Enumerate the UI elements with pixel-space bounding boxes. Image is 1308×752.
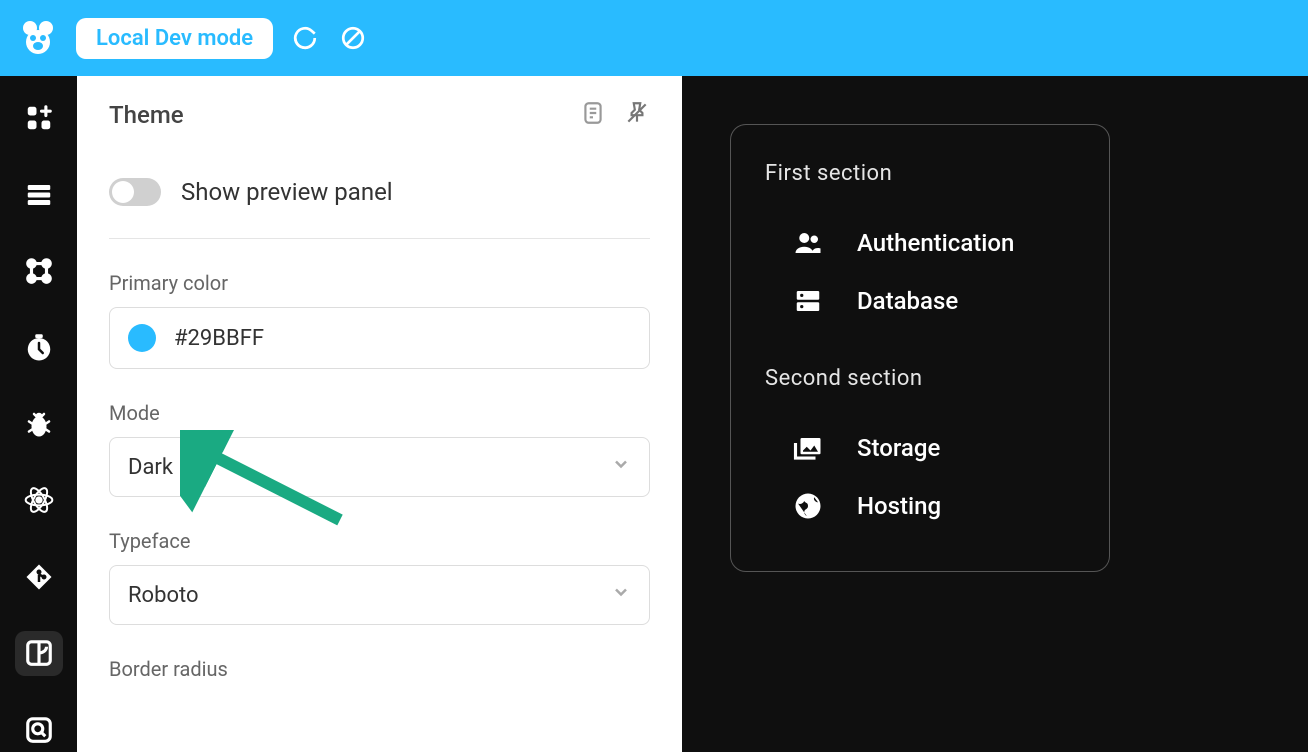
- primary-color-label: Primary color: [109, 271, 650, 295]
- pin-icon[interactable]: [624, 100, 650, 130]
- toggle-knob: [112, 181, 134, 203]
- menu-item-database[interactable]: Database: [765, 272, 1075, 330]
- chevron-down-icon: [611, 454, 631, 480]
- menu-item-label: Authentication: [857, 229, 1014, 257]
- sidebar-item-add[interactable]: [15, 96, 63, 140]
- menu-item-label: Storage: [857, 434, 940, 462]
- sidebar-item-react[interactable]: [15, 478, 63, 522]
- color-swatch: [128, 324, 156, 352]
- image-icon: [793, 433, 823, 463]
- border-radius-label: Border radius: [109, 657, 650, 681]
- sidebar-item-graph[interactable]: [15, 249, 63, 293]
- annotation-arrow: [180, 430, 360, 530]
- chevron-down-icon: [611, 582, 631, 608]
- preview-toggle-label: Show preview panel: [181, 178, 393, 206]
- refresh-icon[interactable]: [289, 22, 321, 54]
- app-logo[interactable]: [16, 16, 60, 60]
- typeface-select[interactable]: Roboto: [109, 565, 650, 625]
- primary-color-value: #29BBFF: [174, 326, 264, 351]
- primary-color-input[interactable]: #29BBFF: [109, 307, 650, 369]
- sidebar: [0, 76, 77, 752]
- section-title-1: First section: [765, 161, 1075, 186]
- sidebar-item-timer[interactable]: [15, 325, 63, 369]
- globe-icon: [793, 491, 823, 521]
- menu-item-label: Database: [857, 287, 958, 315]
- sidebar-item-git[interactable]: [15, 555, 63, 599]
- menu-item-storage[interactable]: Storage: [765, 419, 1075, 477]
- sidebar-item-list[interactable]: [15, 172, 63, 216]
- menu-item-authentication[interactable]: Authentication: [765, 214, 1075, 272]
- menu-item-label: Hosting: [857, 492, 941, 520]
- mode-select[interactable]: Dark: [109, 437, 650, 497]
- sidebar-item-theme[interactable]: [15, 631, 63, 675]
- typeface-label: Typeface: [109, 529, 650, 553]
- menu-item-hosting[interactable]: Hosting: [765, 477, 1075, 535]
- panel-title: Theme: [109, 101, 184, 129]
- preview-card: First section Authentication Database Se…: [730, 124, 1110, 572]
- preview-toggle[interactable]: [109, 178, 161, 206]
- mode-label: Mode: [109, 401, 650, 425]
- sidebar-item-search[interactable]: [15, 708, 63, 752]
- people-icon: [793, 228, 823, 258]
- dev-mode-pill[interactable]: Local Dev mode: [76, 18, 273, 59]
- typeface-value: Roboto: [128, 583, 199, 608]
- document-icon[interactable]: [580, 100, 606, 130]
- block-icon[interactable]: [337, 22, 369, 54]
- preview-area: First section Authentication Database Se…: [682, 76, 1308, 752]
- sidebar-item-bug[interactable]: [15, 402, 63, 446]
- server-icon: [793, 286, 823, 316]
- theme-panel: Theme Show preview panel Primary color #…: [77, 76, 682, 752]
- section-title-2: Second section: [765, 366, 1075, 391]
- topbar: Local Dev mode: [0, 0, 1308, 76]
- mode-value: Dark: [128, 455, 173, 480]
